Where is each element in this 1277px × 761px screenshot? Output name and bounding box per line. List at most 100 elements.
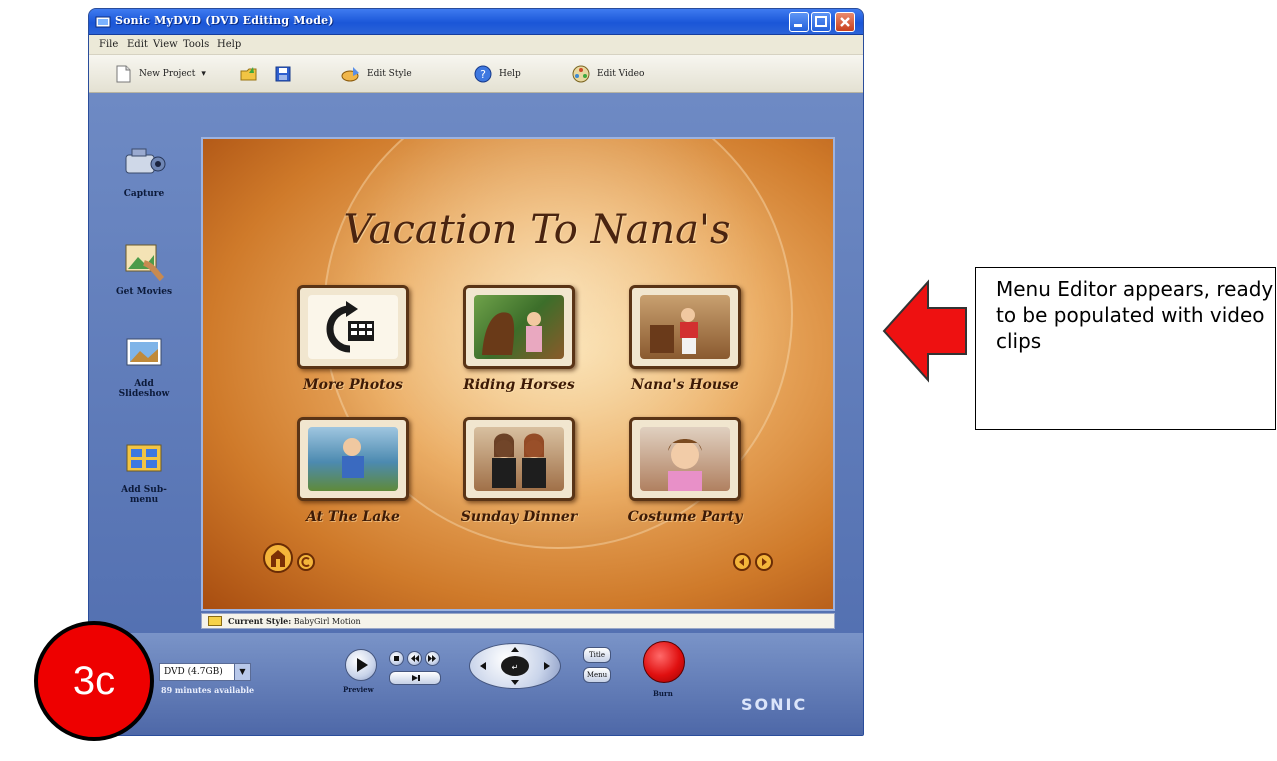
dinner-photo-icon [492, 433, 546, 488]
get-movies-icon [125, 244, 165, 282]
step-button[interactable] [389, 671, 441, 685]
next-page-button[interactable] [755, 553, 773, 571]
menu-button[interactable]: Menu [583, 667, 611, 683]
open-folder-icon [240, 67, 257, 81]
svg-text:?: ? [480, 68, 486, 81]
red-arrow-icon [882, 279, 967, 383]
get-movies-label: Get Movies [115, 287, 173, 297]
menu-button-sunday-dinner[interactable] [463, 417, 575, 501]
camcorder-icon [125, 148, 166, 174]
menu-help[interactable]: Help [217, 39, 241, 50]
title-button[interactable]: Title [583, 647, 611, 663]
submenu-arrow-icon [326, 301, 374, 353]
thumbnail [474, 427, 564, 491]
menu-button-label[interactable]: Costume Party [605, 509, 765, 525]
style-swatch-icon [208, 616, 222, 626]
burn-button[interactable] [643, 641, 685, 683]
menu-button-label[interactable]: At The Lake [273, 509, 433, 525]
app-icon [95, 16, 111, 28]
edit-video-label: Edit Video [597, 69, 645, 79]
menu-button-more-photos[interactable] [297, 285, 409, 369]
stop-icon [394, 656, 399, 661]
new-project-label: New Project [139, 69, 196, 79]
disc-size-select[interactable]: DVD (4.7GB) ▼ [159, 663, 251, 681]
edit-style-label: Edit Style [367, 69, 412, 79]
close-button[interactable] [835, 12, 855, 32]
open-button[interactable] [239, 63, 265, 85]
menu-view[interactable]: View [153, 39, 178, 50]
title-button-label: Title [588, 651, 606, 659]
thumbnail [640, 427, 730, 491]
disc-size-value: DVD (4.7GB) [164, 667, 223, 677]
rewind-button[interactable] [407, 651, 422, 666]
paint-style-icon [341, 67, 359, 82]
save-button[interactable] [273, 63, 299, 85]
current-style-bar[interactable]: Current Style: BabyGirl Motion [201, 613, 835, 629]
new-project-button[interactable]: New Project ▾ [113, 63, 206, 85]
fast-forward-icon [428, 655, 436, 662]
sonic-logo: SONIC [741, 695, 808, 714]
help-icon: ? [474, 65, 492, 83]
menu-tools[interactable]: Tools [183, 39, 209, 50]
menu-button-nanas-house[interactable] [629, 285, 741, 369]
capture-button[interactable]: Capture [94, 141, 194, 199]
costume-photo-icon [668, 439, 702, 491]
dropdown-arrow-icon[interactable]: ▾ [201, 69, 206, 79]
maximize-button[interactable] [811, 12, 831, 32]
menu-button-label[interactable]: Nana's House [605, 377, 765, 393]
current-style-value: BabyGirl Motion [293, 617, 361, 626]
previous-page-button[interactable] [733, 553, 751, 571]
control-bar: DVD (4.7GB) ▼ 89 minutes available Previ… [89, 633, 863, 735]
callout-text: Menu Editor appears, ready to be populat… [996, 277, 1274, 353]
callout-box: Menu Editor appears, ready to be populat… [975, 267, 1276, 430]
help-button[interactable]: ? Help [473, 63, 521, 85]
menu-title[interactable]: Vacation To Nana's [203, 207, 833, 253]
play-icon [357, 658, 368, 672]
menu-button-label[interactable]: Sunday Dinner [439, 509, 599, 525]
minimize-button[interactable] [789, 12, 809, 32]
dvd-remote-pad[interactable]: ↵ [469, 643, 561, 689]
add-slideshow-label: Add Slideshow [118, 379, 170, 399]
current-style-label: Current Style: [228, 616, 292, 626]
edit-style-button[interactable]: Edit Style [341, 63, 412, 85]
chevron-down-icon[interactable]: ▼ [234, 664, 250, 680]
svg-text:↵: ↵ [512, 663, 519, 672]
dpad-icon: ↵ [480, 647, 550, 685]
mydvd-window: Sonic MyDVD (DVD Editing Mode) File Edit… [88, 8, 864, 736]
back-button[interactable] [297, 553, 315, 571]
menu-button-costume-party[interactable] [629, 417, 741, 501]
preview-play-button[interactable] [345, 649, 377, 681]
minimize-icon [794, 24, 802, 27]
get-movies-button[interactable]: Get Movies [94, 239, 194, 297]
new-document-icon [116, 65, 131, 83]
stop-button[interactable] [389, 651, 404, 666]
capture-label: Capture [123, 189, 165, 199]
window-title: Sonic MyDVD (DVD Editing Mode) [115, 14, 334, 27]
step-badge: 3c [34, 621, 154, 741]
lake-photo-icon [342, 438, 364, 478]
burn-label: Burn [653, 689, 673, 698]
menu-button-at-the-lake[interactable] [297, 417, 409, 501]
title-bar[interactable]: Sonic MyDVD (DVD Editing Mode) [89, 9, 863, 35]
horse-photo-icon [482, 312, 542, 355]
add-submenu-label: Add Sub-menu [121, 485, 167, 505]
save-disk-icon [275, 66, 291, 82]
home-icon [271, 550, 285, 567]
house-photo-icon [650, 308, 698, 354]
menu-edit[interactable]: Edit [127, 39, 148, 50]
step-icon [412, 675, 420, 681]
menu-button-label: Menu [586, 671, 608, 679]
step-label: 3c [72, 658, 116, 703]
add-slideshow-button[interactable]: Add Slideshow [94, 331, 194, 399]
edit-video-button[interactable]: Edit Video [571, 63, 644, 85]
fast-forward-button[interactable] [425, 651, 440, 666]
menu-file[interactable]: File [99, 39, 118, 50]
add-submenu-button[interactable]: Add Sub-menu [94, 437, 194, 505]
menu-editor-canvas[interactable]: Vacation To Nana's More Photos Riding Ho… [201, 137, 835, 611]
menu-button-riding-horses[interactable] [463, 285, 575, 369]
home-button[interactable] [263, 543, 293, 573]
menu-button-label[interactable]: More Photos [273, 377, 433, 393]
menu-button-label[interactable]: Riding Horses [439, 377, 599, 393]
minutes-available: 89 minutes available [161, 685, 255, 695]
toolbar: New Project ▾ Edit Style ? Help Edit Vid… [89, 55, 863, 93]
